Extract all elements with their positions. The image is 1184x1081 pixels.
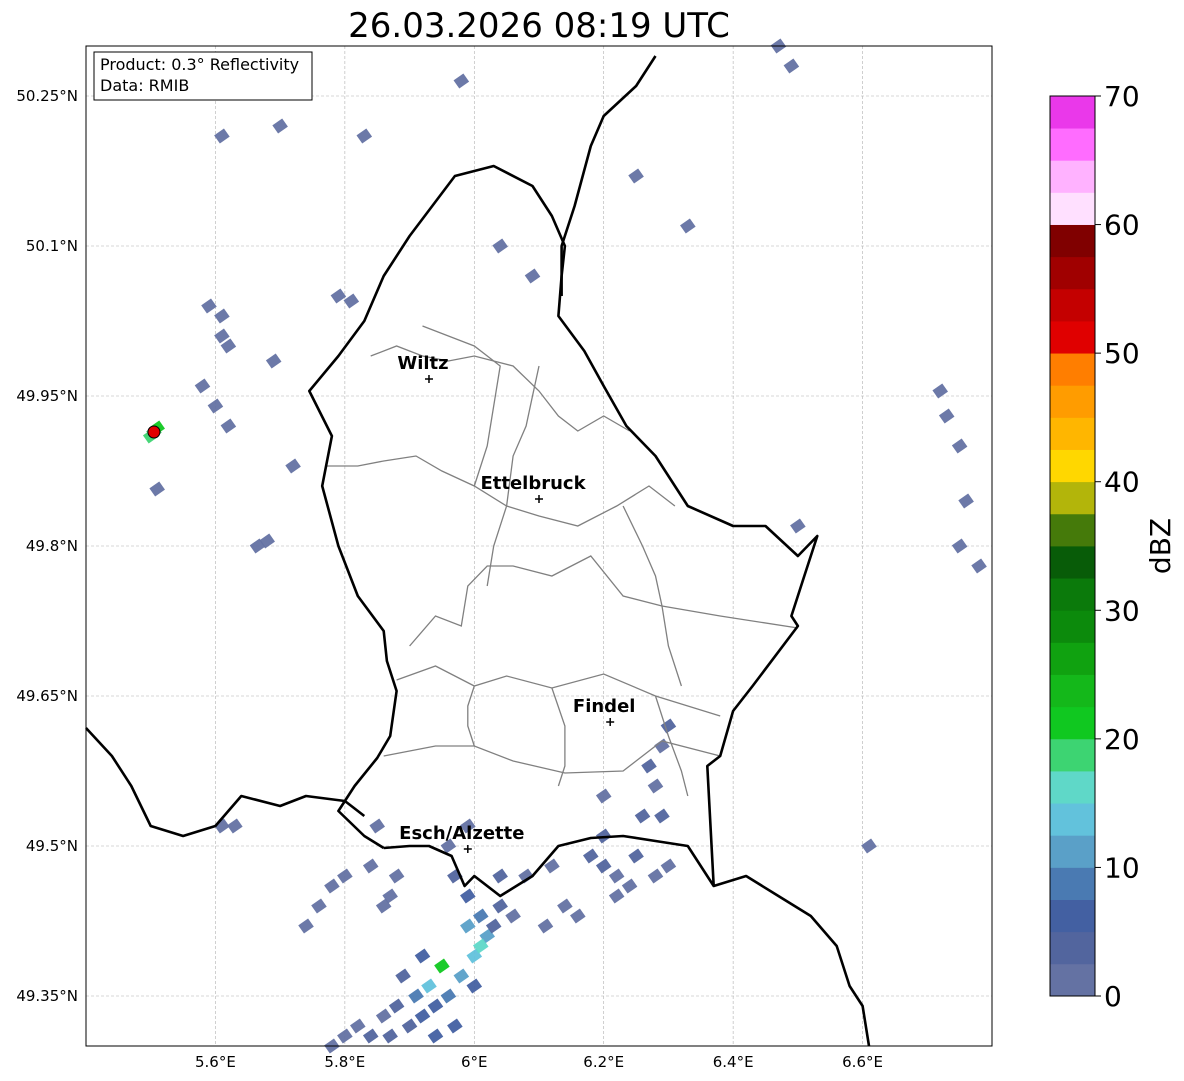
city-label: Esch/Alzette <box>399 823 524 844</box>
colorbar-tick-label: 70 <box>1104 80 1140 113</box>
lon-tick-label: 5.6°E <box>195 1053 236 1071</box>
colorbar-tick-label: 50 <box>1104 337 1140 370</box>
colorbar-tick-label: 0 <box>1104 980 1122 1013</box>
colorbar-cell <box>1050 899 1095 933</box>
city-label: Ettelbruck <box>480 473 586 494</box>
colorbar-cell <box>1050 546 1095 579</box>
city-label: Wiltz <box>397 353 448 374</box>
lat-tick-label: 49.35°N <box>16 987 78 1005</box>
colorbar-tick-label: 30 <box>1104 594 1140 627</box>
colorbar-cell <box>1050 192 1095 225</box>
colorbar-cell <box>1050 353 1095 386</box>
map-area: Wiltz Ettelbruck Findel Esch/Alzette <box>85 38 993 1054</box>
radar-map-figure: 26.03.2026 08:19 UTC Wiltz Ettelbruck Find… <box>16 6 1177 1071</box>
colorbar-cell <box>1050 449 1095 483</box>
lon-tick-label: 6.6°E <box>842 1053 883 1071</box>
colorbar-cell <box>1050 385 1095 418</box>
city-label: Findel <box>573 696 636 717</box>
colorbar-cell <box>1050 321 1095 354</box>
colorbar-tick-label: 10 <box>1104 851 1140 884</box>
map-title: 26.03.2026 08:19 UTC <box>348 6 730 46</box>
colorbar-cell <box>1050 674 1095 708</box>
colorbar-cell <box>1050 128 1095 161</box>
lat-tick-label: 49.5°N <box>26 837 78 855</box>
colorbar-cell <box>1050 417 1095 450</box>
colorbar-cell <box>1050 771 1095 804</box>
colorbar-cell <box>1050 481 1095 515</box>
lat-tick-label: 50.25°N <box>16 87 78 105</box>
lat-tick-label: 49.95°N <box>16 387 78 405</box>
colorbar-tick-label: 40 <box>1104 466 1140 499</box>
lon-tick-label: 6.2°E <box>583 1053 624 1071</box>
colorbar-cell <box>1050 224 1095 258</box>
lat-tick-label: 49.8°N <box>26 537 78 555</box>
colorbar-cell <box>1050 288 1095 322</box>
data-source-label: Data: RMIB <box>100 76 189 95</box>
colorbar-cell <box>1050 256 1095 290</box>
colorbar-ticks: 0 10 20 30 40 50 60 70 <box>1095 80 1140 1013</box>
colorbar-cell <box>1050 835 1095 868</box>
lon-tick-label: 6.4°E <box>713 1053 754 1071</box>
colorbar-cell <box>1050 96 1095 129</box>
colorbar-cells <box>1050 96 1095 997</box>
colorbar-cell <box>1050 610 1095 643</box>
colorbar-cell <box>1050 513 1095 547</box>
product-info-box: Product: 0.3° Reflectivity Data: RMIB <box>93 51 313 101</box>
colorbar: 0 10 20 30 40 50 60 70 dBZ <box>1049 80 1177 1013</box>
colorbar-cell <box>1050 578 1095 611</box>
radar-site-marker <box>147 425 161 439</box>
colorbar-cell <box>1050 867 1095 900</box>
colorbar-cell <box>1050 963 1095 997</box>
colorbar-cell <box>1050 738 1095 772</box>
product-label: Product: 0.3° Reflectivity <box>100 55 299 74</box>
longitude-ticks: 5.6°E 5.8°E 6°E 6.2°E 6.4°E 6.6°E <box>195 1053 883 1071</box>
latitude-ticks: 50.25°N 50.1°N 49.95°N 49.8°N 49.65°N 49.5°N 4… <box>16 87 78 1005</box>
colorbar-label: dBZ <box>1144 518 1177 574</box>
radar-site-dot <box>147 425 161 439</box>
colorbar-tick-label: 20 <box>1104 723 1140 756</box>
lat-tick-label: 50.1°N <box>26 237 78 255</box>
colorbar-cell <box>1050 642 1095 675</box>
colorbar-cell <box>1050 803 1095 836</box>
lon-tick-label: 6°E <box>461 1053 488 1071</box>
lat-tick-label: 49.65°N <box>16 687 78 705</box>
lon-tick-label: 5.8°E <box>324 1053 365 1071</box>
colorbar-cell <box>1050 706 1095 740</box>
colorbar-tick-label: 60 <box>1104 209 1140 242</box>
colorbar-cell <box>1050 160 1095 193</box>
colorbar-cell <box>1050 931 1095 965</box>
